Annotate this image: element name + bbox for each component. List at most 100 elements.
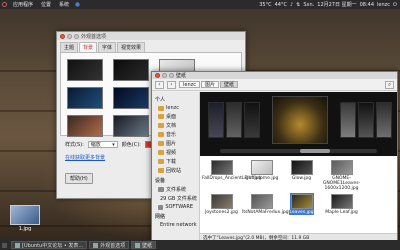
sidebar-item-label: 回收站	[166, 168, 182, 174]
folder-icon	[158, 105, 164, 111]
folder-icon	[158, 123, 164, 128]
sidebar-item[interactable]: 桌面	[152, 112, 199, 121]
breadcrumb-item[interactable]: 图片	[201, 81, 220, 88]
file-item[interactable]	[362, 194, 400, 215]
file-item[interactable]: Maple Leaf.jpg	[322, 194, 361, 215]
wallpaper-thumbnail[interactable]	[67, 115, 103, 137]
coverflow-item[interactable]	[226, 102, 242, 138]
browser-launcher-icon[interactable]	[75, 2, 80, 7]
top-panel: 应用程序 位置 系统 35°C 44°C ♪ ⇅ Sxn. 12月27日 星期一…	[0, 0, 400, 9]
sidebar-item-label: 下载	[166, 159, 177, 165]
taskbar-button[interactable]: 外观首选项	[89, 241, 130, 249]
sidebar-item-label: 音乐	[166, 132, 177, 138]
coverflow-item[interactable]	[340, 102, 356, 138]
sidebar-item[interactable]: 下载	[152, 157, 199, 166]
coverflow-item[interactable]	[208, 102, 224, 138]
file-item[interactable]	[362, 160, 400, 191]
file-thumbnail	[210, 160, 233, 175]
file-item[interactable]: Fluffodome.jpg	[242, 160, 281, 191]
close-button[interactable]	[155, 73, 160, 78]
wallpaper-thumbnail[interactable]	[113, 87, 149, 109]
volume-icon[interactable]: ♪	[290, 2, 293, 8]
file-name: Glow.jpg	[291, 176, 312, 181]
close-button[interactable]	[60, 33, 65, 39]
fm-title: 壁纸	[176, 73, 187, 79]
desktop-file-icon[interactable]: 1.jpg	[8, 205, 42, 232]
file-item[interactable]: ItsNotAMaFredux.jpg	[242, 194, 289, 215]
show-desktop-icon[interactable]	[2, 242, 7, 248]
fm-titlebar[interactable]: 壁纸	[152, 72, 397, 79]
style-select[interactable]: 缩放 ▾	[87, 141, 118, 148]
taskbar-button[interactable]: [Ubuntu中文论坛 • 发表...	[11, 241, 88, 249]
user-menu[interactable]: lenzc	[377, 2, 390, 8]
date-label[interactable]: 12月27日 星期一	[317, 1, 356, 8]
file-item[interactable]: GNOME-GNOME1Leaves-1600x1200.jpg	[322, 160, 361, 191]
file-thumbnail	[250, 194, 273, 209]
search-icon[interactable]: ⌕	[385, 80, 394, 89]
maximize-button[interactable]	[169, 73, 174, 78]
file-thumbnail	[370, 160, 393, 175]
file-thumbnail	[289, 193, 314, 210]
drive-icon	[158, 204, 164, 210]
file-thumbnail	[370, 194, 393, 209]
sidebar-header-devices: 设备	[155, 178, 166, 184]
tab-0[interactable]: 主题	[60, 42, 79, 52]
coverflow-scrollbar[interactable]	[220, 149, 377, 153]
gpu-temp: 44°C	[274, 1, 287, 8]
sidebar-item[interactable]: 音乐	[152, 130, 199, 139]
breadcrumb-item[interactable]: lenzc	[179, 81, 201, 88]
menu-applications[interactable]: 应用程序	[9, 1, 37, 8]
ubuntu-logo-icon[interactable]	[2, 2, 7, 7]
breadcrumb-item[interactable]: 壁纸	[220, 81, 239, 88]
desktop-file-label: 1.jpg	[18, 226, 32, 232]
sidebar-item[interactable]: lenzc	[152, 104, 199, 112]
folder-icon	[158, 159, 164, 164]
network-icon[interactable]: ⇅	[296, 2, 300, 8]
maximize-button[interactable]	[74, 33, 79, 39]
tab-3[interactable]: 视觉效果	[117, 42, 146, 52]
file-item[interactable]: Leaves.jpg	[282, 193, 321, 215]
scrollbar-thumb[interactable]	[300, 149, 330, 153]
help-button[interactable]: 帮助(H)	[65, 173, 93, 184]
tab-2[interactable]: 字体	[98, 42, 117, 52]
taskbar-button[interactable]: 壁纸	[131, 241, 157, 249]
wallpaper-thumbnail[interactable]	[67, 87, 103, 109]
forward-button[interactable]: ›	[167, 80, 176, 89]
sidebar-item[interactable]: 文档	[152, 121, 199, 130]
folder-icon	[158, 114, 164, 119]
sidebar-item[interactable]: 视频	[152, 148, 199, 157]
menu-places[interactable]: 位置	[37, 1, 55, 8]
power-icon[interactable]: ⏻	[393, 2, 397, 8]
back-button[interactable]: ‹	[155, 80, 164, 89]
file-name: Joystones2.jpg	[205, 210, 238, 215]
folder-icon	[158, 168, 164, 173]
minimize-button[interactable]	[162, 73, 167, 78]
sidebar-item[interactable]: 文件系统	[152, 185, 199, 194]
coverflow-current[interactable]	[272, 96, 328, 144]
minimize-button[interactable]	[67, 33, 72, 39]
clock-label[interactable]: 08:44	[360, 2, 374, 8]
wallpaper-thumbnail[interactable]	[113, 115, 149, 137]
sidebar-item[interactable]: SOFTWARE	[152, 203, 199, 211]
menu-system[interactable]: 系统	[55, 1, 73, 8]
file-item[interactable]: Glow.jpg	[282, 160, 321, 191]
window-icon	[135, 242, 141, 248]
coverflow-item[interactable]	[358, 102, 374, 138]
fm-sidebar: 个人 lenzc 桌面 文档 音乐 图片 视频 下载 回收站 设备 文件系统 29 GB 文件系…	[152, 92, 200, 241]
sidebar-item[interactable]: 回收站	[152, 166, 199, 175]
sidebar-item-label: Entire network	[160, 222, 197, 228]
coverflow-view[interactable]	[200, 92, 397, 156]
coverflow-item[interactable]	[376, 102, 392, 138]
sidebar-item-label: 图片	[166, 141, 177, 147]
sidebar-item[interactable]: Entire network	[152, 221, 199, 229]
wallpaper-thumbnail[interactable]	[113, 59, 149, 81]
indicator-text: Sxn.	[303, 1, 315, 8]
coverflow-item[interactable]	[244, 102, 260, 138]
file-item[interactable]: FallDrops_AncientLight.jpg	[202, 160, 262, 191]
sidebar-item[interactable]: 29 GB 文件系统	[152, 194, 199, 203]
dialog-titlebar[interactable]: 外观首选项	[57, 32, 245, 40]
wallpaper-thumbnail[interactable]	[67, 59, 103, 81]
tab-1[interactable]: 背景	[79, 42, 98, 52]
file-item[interactable]: Joystones2.jpg	[202, 194, 241, 215]
sidebar-item[interactable]: 图片	[152, 139, 199, 148]
